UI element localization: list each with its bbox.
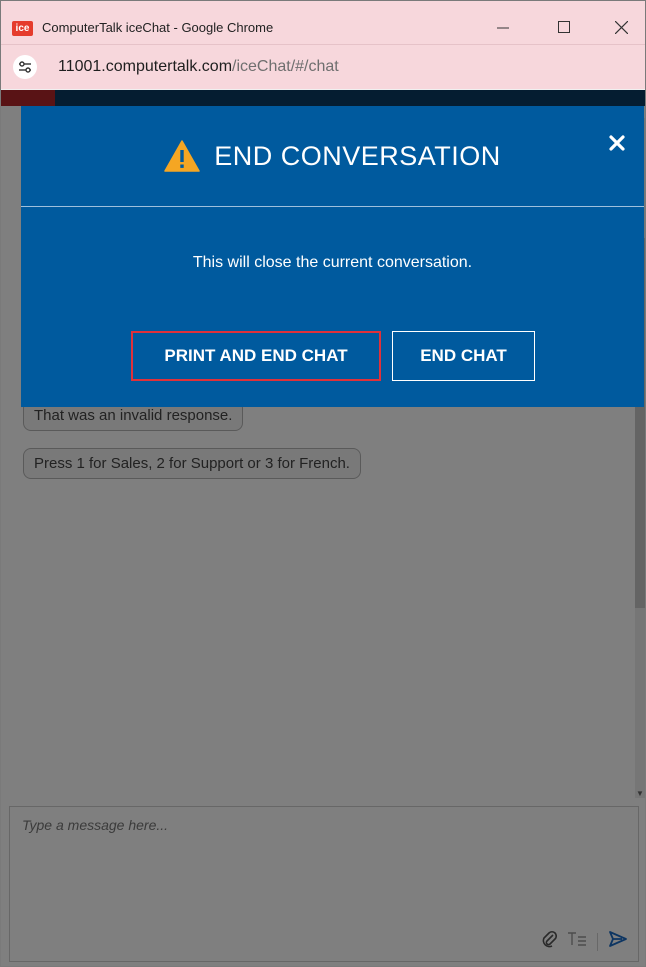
browser-window: ice ComputerTalk iceChat - Google Chrome…	[0, 0, 646, 967]
site-info-button[interactable]	[13, 55, 37, 79]
maximize-button[interactable]	[549, 16, 579, 38]
close-icon	[609, 135, 625, 151]
minimize-button[interactable]	[488, 16, 518, 38]
title-bar: ice ComputerTalk iceChat - Google Chrome	[1, 1, 645, 45]
url-host: 11001.computertalk.com	[58, 58, 233, 75]
dialog-divider	[21, 206, 644, 207]
warning-icon	[164, 140, 200, 172]
site-settings-icon	[19, 61, 31, 73]
url-field[interactable]: 11001.computertalk.com/iceChat/#/chat	[58, 58, 339, 76]
dialog-header: END CONVERSATION	[21, 106, 644, 206]
end-conversation-dialog: END CONVERSATION This will close the cur…	[21, 106, 644, 407]
window-title: ComputerTalk iceChat - Google Chrome	[42, 20, 274, 35]
address-bar: 11001.computertalk.com/iceChat/#/chat	[1, 45, 645, 89]
page-viewport: That was an invalid response. Press 1 fo…	[1, 90, 645, 966]
print-and-end-chat-button[interactable]: PRINT AND END CHAT	[131, 331, 381, 381]
dialog-title: END CONVERSATION	[214, 140, 501, 171]
dialog-close-button[interactable]	[605, 131, 629, 155]
close-icon	[614, 20, 628, 34]
url-path: /iceChat/#/chat	[232, 58, 339, 75]
close-window-button[interactable]	[606, 16, 636, 38]
end-chat-button[interactable]: END CHAT	[392, 331, 535, 381]
app-icon: ice	[12, 21, 33, 36]
minimize-icon	[497, 27, 509, 29]
dialog-message: This will close the current conversation…	[192, 254, 473, 271]
maximize-icon	[558, 21, 570, 33]
